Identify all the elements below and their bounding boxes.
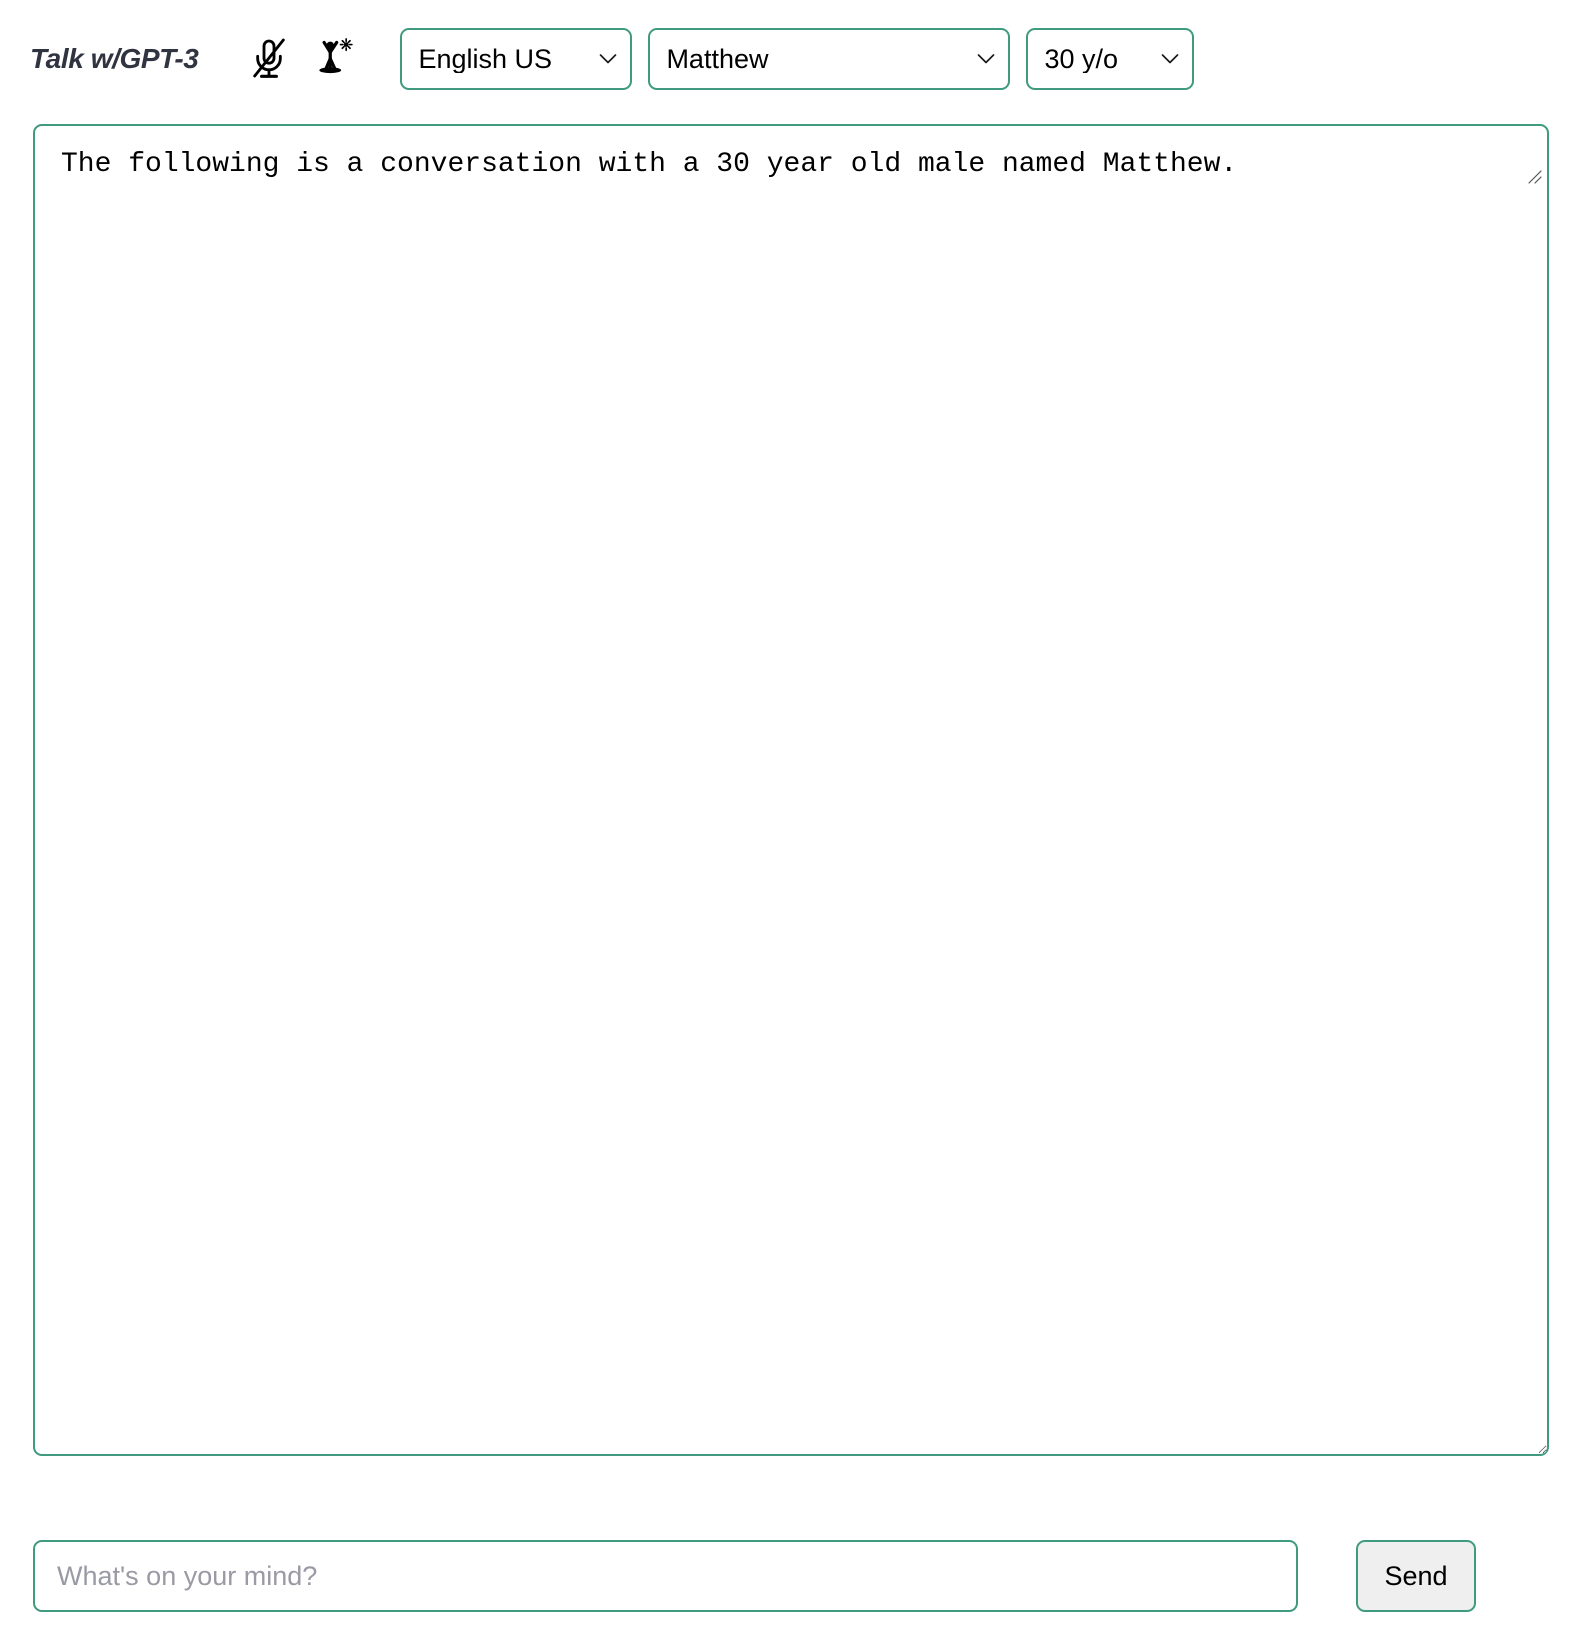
- person-raised-arms-icon-button[interactable]: [306, 29, 360, 89]
- microphone-muted-icon-button[interactable]: [242, 29, 296, 89]
- voice-select[interactable]: Matthew: [648, 28, 1011, 90]
- person-raised-arms-icon: [310, 35, 356, 83]
- composer-bar: Send: [33, 1540, 1549, 1612]
- message-input[interactable]: [33, 1540, 1298, 1612]
- header-bar: Talk w/GPT-3 English US Matthew 30 y/o: [0, 0, 1582, 118]
- voice-select-wrapper: Matthew: [648, 28, 1011, 90]
- language-select-wrapper: English US: [400, 28, 633, 90]
- header-selects: English US Matthew 30 y/o: [400, 28, 1195, 90]
- language-select[interactable]: English US: [400, 28, 633, 90]
- app-root: Talk w/GPT-3 English US Matthew 30 y/o T…: [0, 0, 1582, 1652]
- age-select[interactable]: 30 y/o: [1026, 28, 1195, 90]
- prompt-textarea[interactable]: The following is a conversation with a 3…: [33, 124, 1549, 1456]
- microphone-muted-icon: [249, 37, 289, 81]
- send-button[interactable]: Send: [1356, 1540, 1476, 1612]
- age-select-wrapper: 30 y/o: [1026, 28, 1195, 90]
- page-title: Talk w/GPT-3: [30, 43, 199, 74]
